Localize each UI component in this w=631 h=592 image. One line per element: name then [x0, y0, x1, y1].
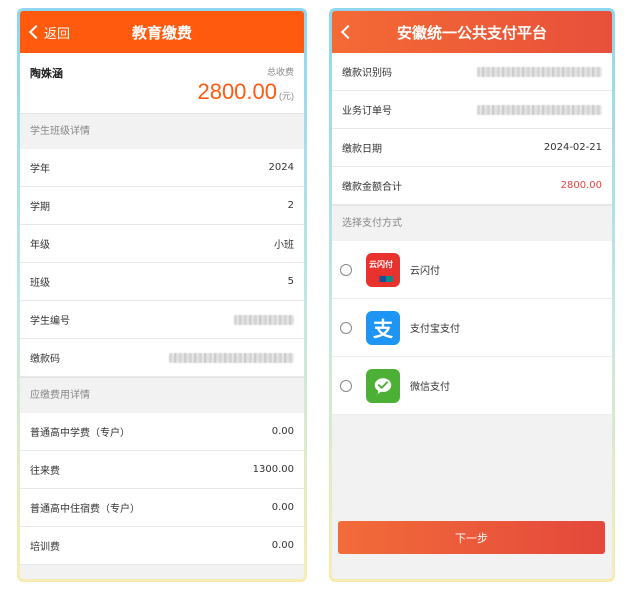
pay-option-unionpay[interactable]: 云闪付 云闪付: [332, 241, 612, 299]
fee-value: 0.00: [271, 502, 294, 513]
total-amount-value: 2800.00: [560, 180, 602, 191]
unionpay-stripe: [373, 275, 393, 282]
blurred-order-no: [477, 104, 602, 115]
info-row-class: 班级 5: [20, 263, 304, 301]
wechat-check-glyph: [374, 377, 392, 394]
row-label: 缴款日期: [342, 144, 382, 155]
page-title: 安徽统一公共支付平台: [396, 23, 547, 42]
next-step-button[interactable]: 下一步: [338, 521, 605, 554]
alipay-icon: 支: [366, 310, 400, 345]
fee-value: 0.00: [271, 426, 294, 437]
student-name: 陶姝涵: [30, 67, 63, 80]
pay-option-label: 支付宝支付: [410, 324, 460, 335]
fee-value: 0.00: [271, 540, 294, 551]
back-button[interactable]: [340, 11, 356, 53]
blurred-payment-code: [169, 352, 294, 363]
right-nav-bar: 安徽统一公共支付平台: [332, 11, 612, 53]
info-row-year: 学年 2024: [20, 149, 304, 187]
row-label: 缴款金额合计: [342, 182, 402, 193]
info-row-payment-id: 缴款识别码: [332, 53, 612, 91]
right-phone-screen: 安徽统一公共支付平台 缴款识别码 业务订单号 缴款日期 2024-02-21 缴…: [329, 8, 615, 582]
unionpay-icon-text: 云闪付: [369, 259, 393, 269]
radio-button[interactable]: [340, 379, 352, 392]
chevron-left-icon: [28, 24, 44, 40]
fee-label: 普通高中学费（专户）: [30, 428, 130, 439]
info-row-payment-code: 缴款码: [20, 339, 304, 377]
fee-label: 往来费: [30, 466, 60, 477]
row-label: 缴款识别码: [342, 68, 392, 79]
blurred-student-id: [234, 314, 294, 325]
radio-button[interactable]: [340, 263, 352, 276]
left-phone-screen: 返回 教育缴费 陶姝涵 总收费 2800.00 (元) 学生班级详情 学年 202…: [17, 8, 307, 582]
row-label: 业务订单号: [342, 106, 392, 117]
info-row-grade: 年级 小班: [20, 225, 304, 263]
pay-option-label: 微信支付: [410, 382, 450, 393]
pay-option-label: 云闪付: [410, 266, 440, 277]
row-label: 学期: [30, 202, 50, 213]
back-label: 返回: [44, 26, 71, 42]
fee-row: 培训费 0.00: [20, 527, 304, 565]
row-label: 班级: [30, 278, 50, 289]
payment-summary: 陶姝涵 总收费 2800.00 (元): [20, 53, 304, 113]
fee-label: 普通高中住宿费（专户）: [30, 504, 140, 515]
pay-option-wechat[interactable]: 微信支付: [332, 357, 612, 415]
row-value: 2024: [268, 162, 294, 173]
page-title: 教育缴费: [131, 23, 192, 42]
wechat-pay-icon: [366, 368, 400, 403]
row-label: 学生编号: [30, 316, 70, 327]
row-value: 2: [287, 200, 294, 211]
total-label: 总收费: [266, 68, 294, 78]
chevron-left-icon: [340, 24, 356, 40]
pay-option-alipay[interactable]: 支 支付宝支付: [332, 299, 612, 357]
currency-unit: (元): [279, 91, 294, 101]
info-row-term: 学期 2: [20, 187, 304, 225]
info-row-order-no: 业务订单号: [332, 91, 612, 129]
fee-label: 培训费: [30, 542, 60, 553]
blurred-payment-id: [477, 66, 602, 77]
info-row-total: 缴款金额合计 2800.00: [332, 167, 612, 205]
row-value: 2024-02-21: [543, 142, 602, 153]
fee-section-heading: 应缴费用详情: [20, 377, 304, 413]
total-amount-value: 2800.00: [197, 79, 277, 104]
row-label: 缴款码: [30, 354, 60, 365]
fee-row: 普通高中学费（专户） 0.00: [20, 413, 304, 451]
row-label: 年级: [30, 240, 50, 251]
pay-method-heading: 选择支付方式: [332, 205, 612, 241]
radio-button[interactable]: [340, 321, 352, 334]
row-value: 5: [287, 276, 294, 287]
row-label: 学年: [30, 164, 50, 175]
info-row-student-id: 学生编号: [20, 301, 304, 339]
left-nav-bar: 返回 教育缴费: [20, 11, 304, 53]
back-button[interactable]: 返回: [28, 11, 70, 53]
class-section-heading: 学生班级详情: [20, 113, 304, 149]
fee-value: 1300.00: [252, 464, 294, 475]
fee-row: 往来费 1300.00: [20, 451, 304, 489]
row-value: 小班: [274, 240, 294, 251]
total-amount: 2800.00 (元): [197, 79, 294, 105]
info-row-date: 缴款日期 2024-02-21: [332, 129, 612, 167]
unionpay-quickpass-icon: 云闪付: [366, 252, 400, 287]
fee-row: 普通高中住宿费（专户） 0.00: [20, 489, 304, 527]
